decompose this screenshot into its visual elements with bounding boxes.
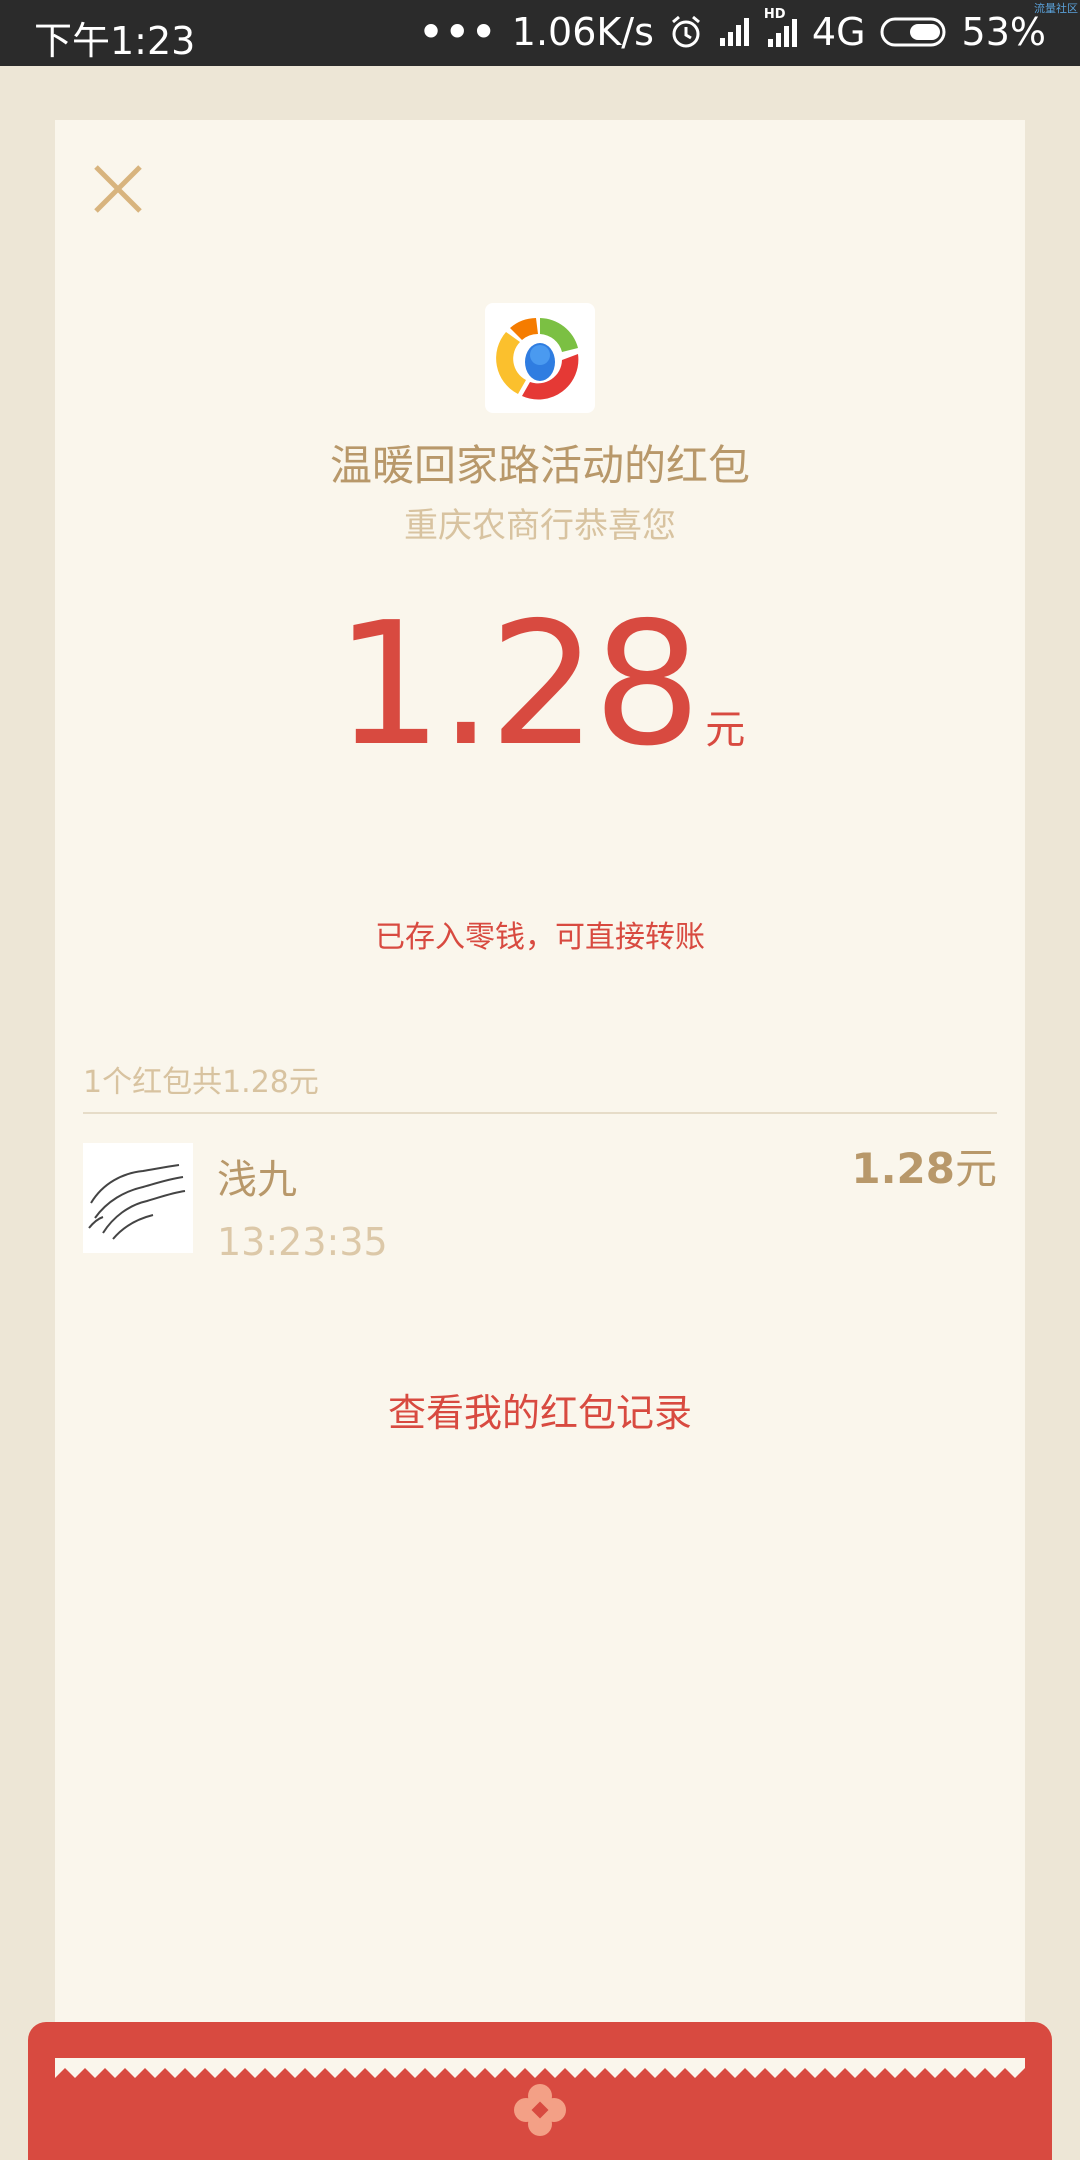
qq-news-logo-icon — [485, 303, 595, 413]
received-amount: 1.28 元 — [55, 590, 1025, 780]
status-time: 下午1:23 — [34, 19, 196, 63]
signal-icon — [718, 16, 750, 48]
hd-label: HD — [763, 7, 786, 22]
signal-hd-icon: HD — [764, 7, 798, 49]
network-speed: 1.06K/s — [511, 10, 654, 54]
amount-unit: 元 — [705, 707, 746, 753]
received-time: 13:23:35 — [217, 1220, 388, 1264]
avatar[interactable] — [83, 1143, 193, 1253]
record-amount: 1.28元 — [851, 1135, 997, 1196]
status-right-group: ••• 1.06K/s HD 4G 53% — [418, 7, 1046, 54]
view-my-records-link[interactable]: 查看我的红包记录 — [55, 1382, 1025, 1437]
amount-value: 1.28 — [334, 586, 702, 784]
list-item[interactable]: 浅九 13:23:35 1.28元 — [83, 1135, 997, 1265]
status-bar: 下午1:23 流量社区 ••• 1.06K/s HD 4G 53% — [0, 0, 1080, 66]
packet-title: 温暖回家路活动的红包 — [329, 441, 750, 490]
record-amount-unit: 元 — [954, 1144, 997, 1193]
network-type: 4G — [811, 10, 866, 54]
record-amount-value: 1.28 — [851, 1144, 955, 1193]
packet-sender-greeting: 重庆农商行恭喜您 — [404, 506, 676, 546]
battery-percent: 53% — [961, 10, 1046, 54]
deposit-note[interactable]: 已存入零钱，可直接转账 — [55, 912, 1025, 956]
more-notifications-icon: ••• — [418, 10, 498, 54]
sender-name: 浅九 — [217, 1157, 297, 1203]
alarm-icon — [668, 14, 704, 50]
close-icon[interactable] — [91, 162, 145, 216]
packet-summary: 1个红包共1.28元 — [83, 1065, 319, 1100]
battery-icon — [880, 16, 948, 48]
divider — [83, 1112, 997, 1114]
flower-emblem-icon — [512, 2082, 568, 2138]
red-packet-detail-card: 温暖回家路活动的红包 重庆农商行恭喜您 1.28 元 已存入零钱，可直接转账 1个… — [55, 120, 1025, 2080]
